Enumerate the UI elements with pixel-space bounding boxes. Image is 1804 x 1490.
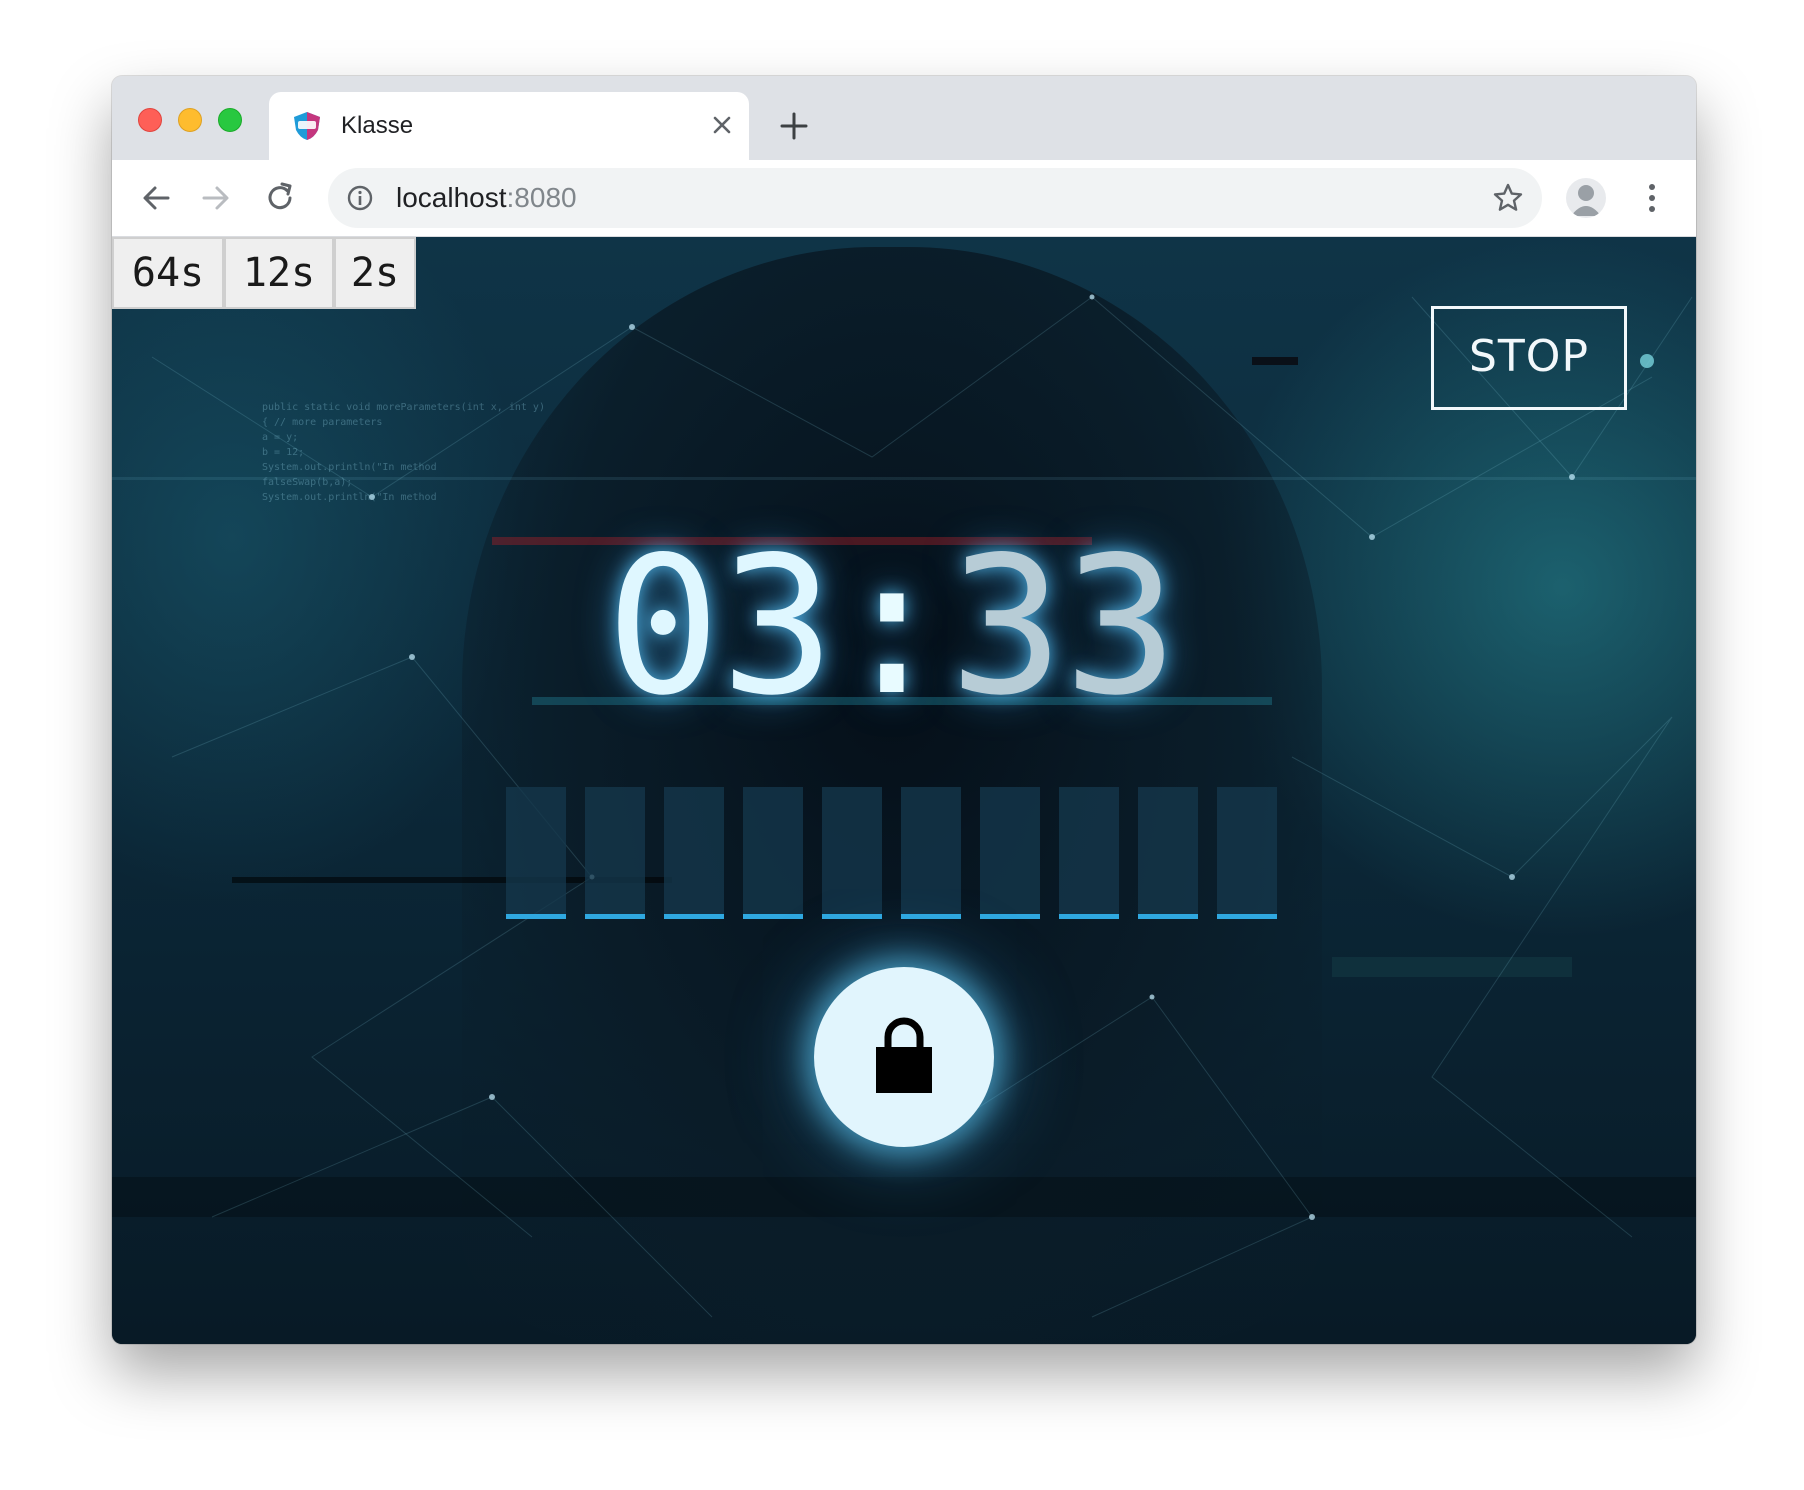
clock-separator: : xyxy=(834,516,950,737)
background-code: public static void moreParameters(int x,… xyxy=(262,402,545,413)
browser-window: Klasse localhost:8080 public static void… xyxy=(112,76,1696,1344)
code-slot[interactable] xyxy=(1138,787,1198,919)
reload-icon[interactable] xyxy=(262,180,298,216)
star-icon[interactable] xyxy=(1492,182,1524,214)
code-slot[interactable] xyxy=(743,787,803,919)
clock-seconds: 33 xyxy=(949,516,1178,737)
timer-presets: 64s 12s 2s xyxy=(112,237,416,309)
code-input-slots xyxy=(506,787,1277,919)
background-code: System.out.println("In method xyxy=(262,462,437,473)
timer-preset-button[interactable]: 12s xyxy=(224,237,334,309)
lock-icon xyxy=(876,1017,932,1093)
kebab-menu-icon[interactable] xyxy=(1644,178,1660,218)
tab-klasse[interactable]: Klasse xyxy=(269,92,749,160)
code-slot[interactable] xyxy=(1059,787,1119,919)
minimize-window-button[interactable] xyxy=(178,108,202,132)
arrow-right-icon[interactable] xyxy=(198,180,234,216)
url-host: localhost xyxy=(396,182,507,213)
background-code: { // more parameters xyxy=(262,417,383,428)
background-code: falseSwap(b,a); xyxy=(262,477,353,488)
url-text: localhost:8080 xyxy=(396,182,577,214)
code-slot[interactable] xyxy=(901,787,961,919)
stop-button[interactable]: STOP xyxy=(1431,306,1627,410)
lock-button[interactable] xyxy=(814,967,994,1147)
timer-preset-button[interactable]: 64s xyxy=(112,237,224,309)
timer-preset-button[interactable]: 2s xyxy=(334,237,416,309)
code-slot[interactable] xyxy=(506,787,566,919)
clock-minutes: 03 xyxy=(606,516,835,737)
background-code: System.out.println("In method xyxy=(262,492,437,503)
page-content: public static void moreParameters(int x,… xyxy=(112,237,1696,1344)
browser-toolbar: localhost:8080 xyxy=(112,160,1696,237)
avatar-icon[interactable] xyxy=(1566,178,1606,218)
background-code: b = 12; xyxy=(262,447,305,458)
arrow-left-icon[interactable] xyxy=(138,180,174,216)
close-window-button[interactable] xyxy=(138,108,162,132)
maximize-window-button[interactable] xyxy=(218,108,242,132)
close-icon[interactable] xyxy=(707,110,737,140)
code-slot[interactable] xyxy=(980,787,1040,919)
tab-strip: Klasse xyxy=(112,76,1696,160)
plus-icon[interactable] xyxy=(776,108,812,144)
klasse-shield-logo-icon xyxy=(294,112,320,140)
url-port: :8080 xyxy=(506,182,577,213)
address-bar[interactable]: localhost:8080 xyxy=(328,168,1542,228)
countdown-clock: 03:33 xyxy=(592,527,1192,727)
code-slot[interactable] xyxy=(1217,787,1277,919)
tab-title: Klasse xyxy=(341,112,414,139)
code-slot[interactable] xyxy=(585,787,645,919)
code-slot[interactable] xyxy=(664,787,724,919)
info-icon[interactable] xyxy=(346,184,374,212)
code-slot[interactable] xyxy=(822,787,882,919)
background-code: a = y; xyxy=(262,432,299,443)
